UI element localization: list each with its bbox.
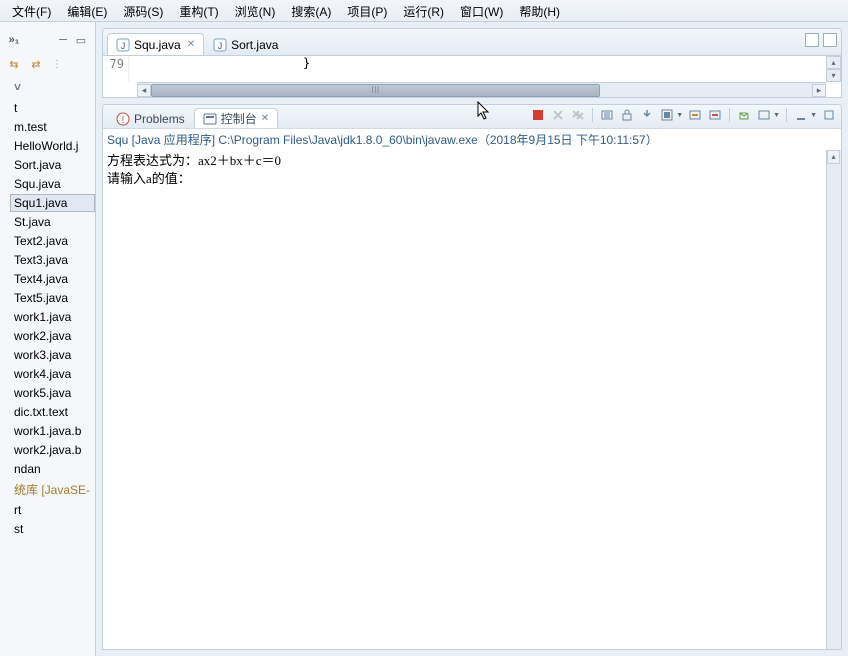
menu-edit[interactable]: 编辑(E) <box>59 1 115 22</box>
scroll-up-icon[interactable]: ▴ <box>826 56 841 69</box>
tree-item[interactable]: St.java <box>10 213 95 231</box>
bottom-panel: ! Problems 控制台 ✕ <box>102 104 842 650</box>
maximize-panel-icon[interactable] <box>821 107 837 123</box>
tree-item[interactable]: work3.java <box>10 346 95 364</box>
console-icon <box>203 112 217 126</box>
minimize-panel-icon[interactable] <box>793 107 809 123</box>
editor-tab-bar: J Squ.java ✕ J Sort.java <box>102 28 842 56</box>
menu-source[interactable]: 源码(S) <box>115 1 171 22</box>
tree-item[interactable]: Text5.java <box>10 289 95 307</box>
editor-tab-label: Squ.java <box>134 38 181 52</box>
remove-launch-icon[interactable] <box>550 107 566 123</box>
menu-navigate[interactable]: 浏览(N) <box>227 1 284 22</box>
svg-text:!: ! <box>122 115 125 126</box>
tree-item[interactable]: m.test <box>10 118 95 136</box>
display-selected-icon[interactable] <box>659 107 675 123</box>
scroll-right-icon[interactable]: ▸ <box>812 84 826 97</box>
menu-run[interactable]: 运行(R) <box>395 1 452 22</box>
show-console-on-err-icon[interactable] <box>707 107 723 123</box>
tree-item[interactable]: Text2.java <box>10 232 95 250</box>
code-line: } <box>303 56 310 70</box>
tree-item[interactable]: Text4.java <box>10 270 95 288</box>
tab-console-label: 控制台 <box>221 110 257 127</box>
line-number-gutter: 79 <box>103 56 129 82</box>
menu-search[interactable]: 搜索(A) <box>283 1 339 22</box>
menubar: 文件(F) 编辑(E) 源码(S) 重构(T) 浏览(N) 搜索(A) 项目(P… <box>0 0 848 22</box>
tree-item[interactable]: work2.java <box>10 327 95 345</box>
view-menu-icon[interactable]: ⋮ <box>50 56 66 72</box>
tab-console[interactable]: 控制台 ✕ <box>194 108 278 128</box>
clear-console-icon[interactable] <box>599 107 615 123</box>
editor-tab-label: Sort.java <box>231 38 278 52</box>
tree-item-library[interactable]: 统库 [JavaSE- <box>10 479 95 500</box>
dropdown-caret-icon[interactable]: ▼ <box>676 112 683 119</box>
scrollbar-thumb[interactable] <box>151 84 600 97</box>
scroll-up-icon[interactable]: ▴ <box>827 150 840 164</box>
svg-text:J: J <box>218 41 223 51</box>
terminate-icon[interactable] <box>530 107 546 123</box>
editor-horizontal-scrollbar[interactable]: ◂ ▸ <box>137 82 826 97</box>
tree-toggle[interactable]: ˅ <box>10 78 95 98</box>
tree-item[interactable]: st <box>10 520 95 538</box>
restore-icon[interactable]: ▭ <box>73 32 89 48</box>
close-tab-icon[interactable]: ✕ <box>187 39 195 50</box>
minimize-editor-icon[interactable] <box>805 33 819 47</box>
open-console-icon[interactable] <box>736 107 752 123</box>
menu-project[interactable]: 项目(P) <box>339 1 395 22</box>
tree-item-selected[interactable]: Squ1.java <box>10 194 95 212</box>
minimize-icon[interactable]: ─ <box>55 32 71 48</box>
java-file-icon: J <box>213 38 227 52</box>
console-toolbar: ▼ ▼ <box>530 107 837 123</box>
pin-console-icon[interactable] <box>639 107 655 123</box>
tree-item[interactable]: Text3.java <box>10 251 95 269</box>
dropdown-caret-icon[interactable]: ▼ <box>810 112 817 119</box>
java-file-icon: J <box>116 38 130 52</box>
dropdown-caret-icon[interactable]: ▼ <box>773 112 780 119</box>
package-explorer: »₁ ─ ▭ ⇆ ⇄ ⋮ ˅ t m.test HelloWorld.j Sor… <box>0 22 96 656</box>
menu-help[interactable]: 帮助(H) <box>511 1 568 22</box>
remove-all-launches-icon[interactable] <box>570 107 586 123</box>
editor-area[interactable]: 79 } ▴ ▾ ◂ ▸ <box>102 56 842 98</box>
tree-item[interactable]: work5.java <box>10 384 95 402</box>
tree-item[interactable]: dic.txt.text <box>10 403 95 421</box>
menu-window[interactable]: 窗口(W) <box>452 1 511 22</box>
console-line: 方程表达式为：ax2＋bx＋c＝0 <box>107 152 837 170</box>
tab-problems-label: Problems <box>134 112 185 126</box>
tree-item[interactable]: Squ.java <box>10 175 95 193</box>
tree-item[interactable]: rt <box>10 501 95 519</box>
tree-item[interactable]: ndan <box>10 460 95 478</box>
tree-item[interactable]: work1.java.b <box>10 422 95 440</box>
console-output[interactable]: 方程表达式为：ax2＋bx＋c＝0 请输入a的值： ▴ <box>103 150 841 649</box>
scroll-lock-icon[interactable] <box>619 107 635 123</box>
problems-icon: ! <box>116 112 130 126</box>
svg-text:J: J <box>121 41 126 51</box>
close-tab-icon[interactable]: ✕ <box>261 113 269 124</box>
scroll-down-icon[interactable]: ▾ <box>826 69 841 82</box>
editor-tab-sort[interactable]: J Sort.java <box>204 33 287 55</box>
console-launch-label: Squ [Java 应用程序] C:\Program Files\Java\jd… <box>103 129 841 150</box>
tree-item[interactable]: work1.java <box>10 308 95 326</box>
file-tree: ˅ t m.test HelloWorld.j Sort.java Squ.ja… <box>0 78 95 539</box>
menu-file[interactable]: 文件(F) <box>4 1 59 22</box>
tab-problems[interactable]: ! Problems <box>107 108 194 128</box>
tree-item[interactable]: work4.java <box>10 365 95 383</box>
menu-refactor[interactable]: 重构(T) <box>171 1 226 22</box>
show-console-on-out-icon[interactable] <box>687 107 703 123</box>
tree-item[interactable]: t <box>10 99 95 117</box>
tree-item[interactable]: HelloWorld.j <box>10 137 95 155</box>
link-editor-icon[interactable]: ⇄ <box>28 56 44 72</box>
collapse-all-icon[interactable]: ⇆ <box>6 56 22 72</box>
maximize-editor-icon[interactable] <box>823 33 837 47</box>
tree-item[interactable]: work2.java.b <box>10 441 95 459</box>
new-console-view-icon[interactable] <box>756 107 772 123</box>
console-vertical-scrollbar[interactable]: ▴ <box>826 150 841 649</box>
tree-item[interactable]: Sort.java <box>10 156 95 174</box>
console-line: 请输入a的值： <box>107 170 837 188</box>
bottom-tab-bar: ! Problems 控制台 ✕ <box>103 105 841 129</box>
scroll-left-icon[interactable]: ◂ <box>137 84 151 97</box>
fast-view-icon[interactable]: »₁ <box>6 32 22 48</box>
editor-tab-squ[interactable]: J Squ.java ✕ <box>107 33 204 55</box>
